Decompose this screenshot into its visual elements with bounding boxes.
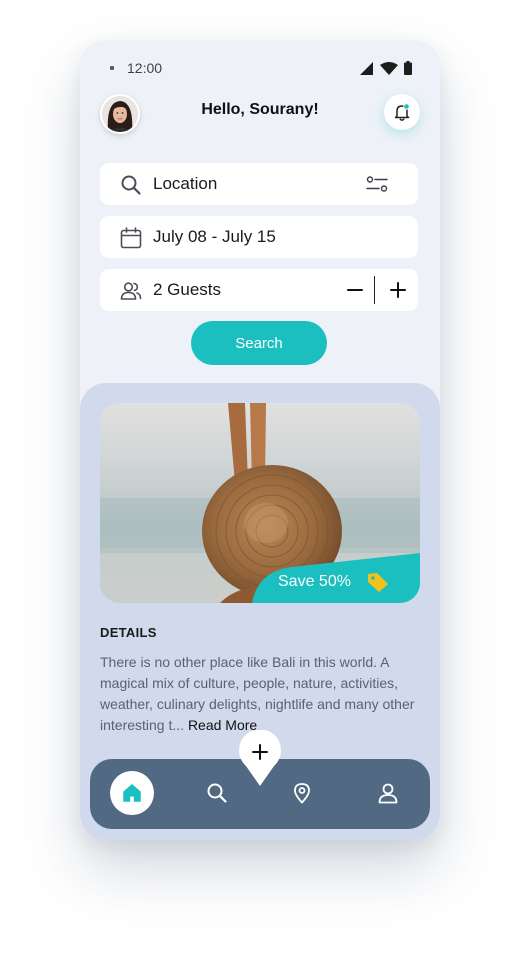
status-time: 12:00 bbox=[127, 60, 163, 76]
location-input[interactable]: Location bbox=[153, 174, 217, 194]
status-icons bbox=[360, 61, 412, 75]
decrease-guests-button[interactable] bbox=[342, 277, 368, 303]
calendar-icon bbox=[120, 227, 142, 249]
filter-icon[interactable] bbox=[366, 175, 388, 193]
details-text: There is no other place like Bali in thi… bbox=[100, 654, 415, 733]
stepper-divider bbox=[374, 276, 375, 304]
details-heading: DETAILS bbox=[100, 625, 157, 640]
map-pin-icon bbox=[294, 783, 310, 804]
search-icon bbox=[121, 175, 141, 195]
users-icon bbox=[120, 282, 142, 300]
details-description: There is no other place like Bali in thi… bbox=[100, 652, 420, 736]
bell-icon bbox=[394, 103, 410, 121]
nav-search[interactable] bbox=[195, 771, 239, 815]
guests-field[interactable]: 2 Guests bbox=[100, 269, 418, 311]
notification-dot bbox=[110, 66, 114, 70]
discount-badge: Save 50% bbox=[252, 553, 420, 603]
phone-screen: 12:00 Hello, Sourany! Location July 08 -… bbox=[80, 40, 440, 840]
minus-icon bbox=[347, 289, 363, 291]
nav-home[interactable] bbox=[110, 771, 154, 815]
date-range-field[interactable]: July 08 - July 15 bbox=[100, 216, 418, 258]
date-range-value[interactable]: July 08 - July 15 bbox=[153, 227, 276, 247]
nav-map[interactable] bbox=[280, 771, 324, 815]
plus-icon bbox=[390, 282, 406, 298]
guests-value: 2 Guests bbox=[153, 280, 222, 299]
status-bar: 12:00 bbox=[80, 40, 440, 92]
destination-photo[interactable]: Save 50% bbox=[100, 403, 420, 603]
notifications-button[interactable] bbox=[384, 94, 420, 130]
tag-icon bbox=[368, 573, 388, 592]
user-icon bbox=[378, 783, 398, 804]
location-field[interactable]: Location bbox=[100, 163, 418, 205]
cellular-signal-icon bbox=[360, 61, 373, 75]
battery-icon bbox=[404, 61, 412, 75]
fab-shape bbox=[239, 729, 281, 786]
home-icon bbox=[123, 784, 141, 802]
nav-profile[interactable] bbox=[366, 771, 410, 815]
search-button[interactable]: Search bbox=[191, 321, 327, 365]
add-button[interactable] bbox=[238, 729, 282, 788]
search-icon bbox=[207, 783, 227, 803]
discount-label: Save 50% bbox=[278, 573, 351, 590]
increase-guests-button[interactable] bbox=[385, 277, 411, 303]
wifi-icon bbox=[380, 61, 398, 75]
